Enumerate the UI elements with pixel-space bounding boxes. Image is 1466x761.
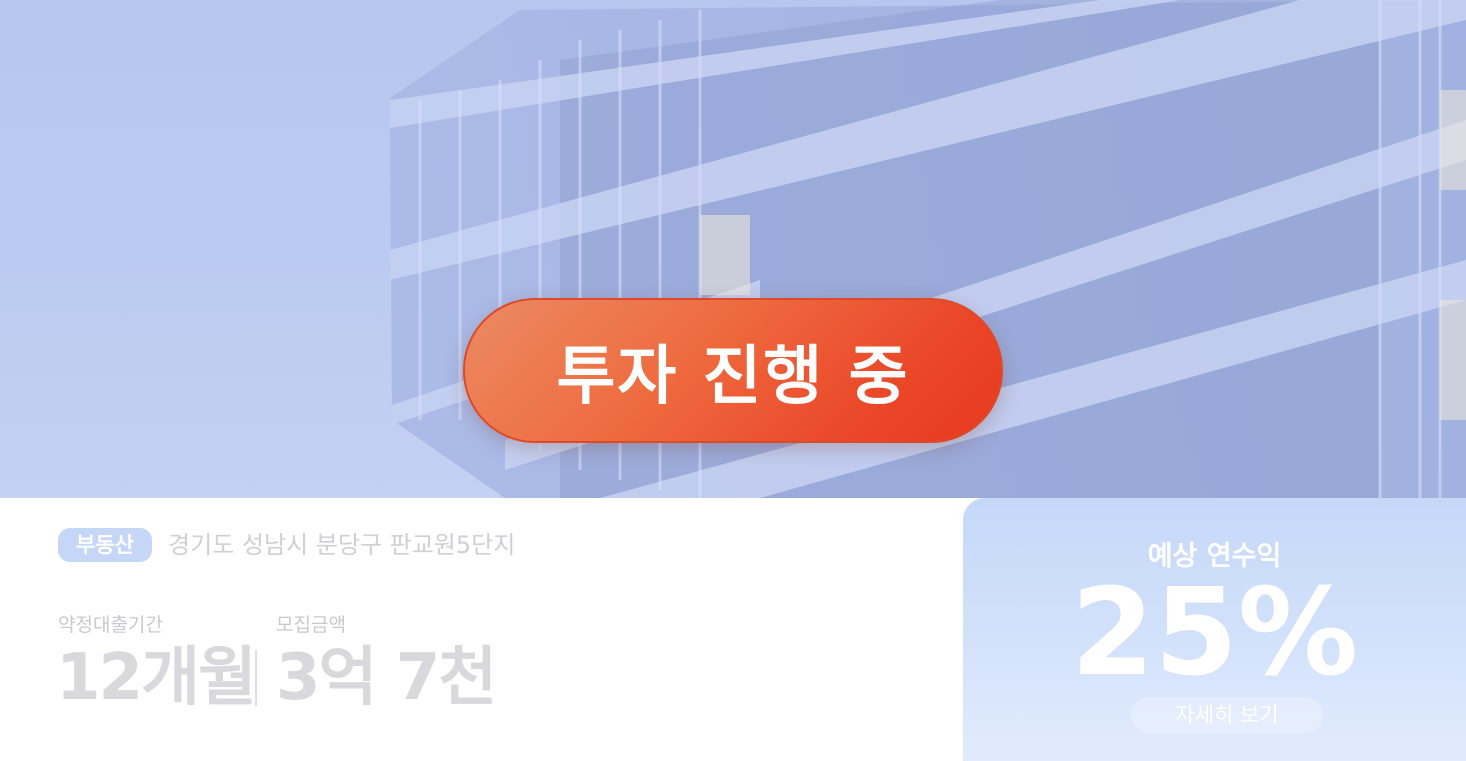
- category-badge: 부동산: [58, 528, 152, 562]
- expected-yield-card: 예상 연수익 25% 자세히 보기: [963, 498, 1466, 761]
- loan-period-value: 12개월: [56, 641, 257, 715]
- expected-yield-value: 25%: [1070, 564, 1359, 703]
- loan-period-label: 약정대출기간: [58, 614, 163, 636]
- hero-banner: 투자 진행 중: [0, 0, 1466, 498]
- raise-amount-label: 모집금액: [276, 614, 346, 636]
- listing-info: 부동산 경기도 성남시 분당구 판교원5단지 약정대출기간 모집금액 12개월 …: [0, 498, 963, 761]
- listing-address: 경기도 성남시 분당구 판교원5단지: [168, 531, 516, 559]
- investment-status-button[interactable]: 투자 진행 중: [463, 298, 1003, 443]
- value-divider: [255, 650, 257, 706]
- view-details-button[interactable]: 자세히 보기: [1131, 697, 1323, 733]
- raise-amount-value: 3억 7천: [276, 641, 497, 715]
